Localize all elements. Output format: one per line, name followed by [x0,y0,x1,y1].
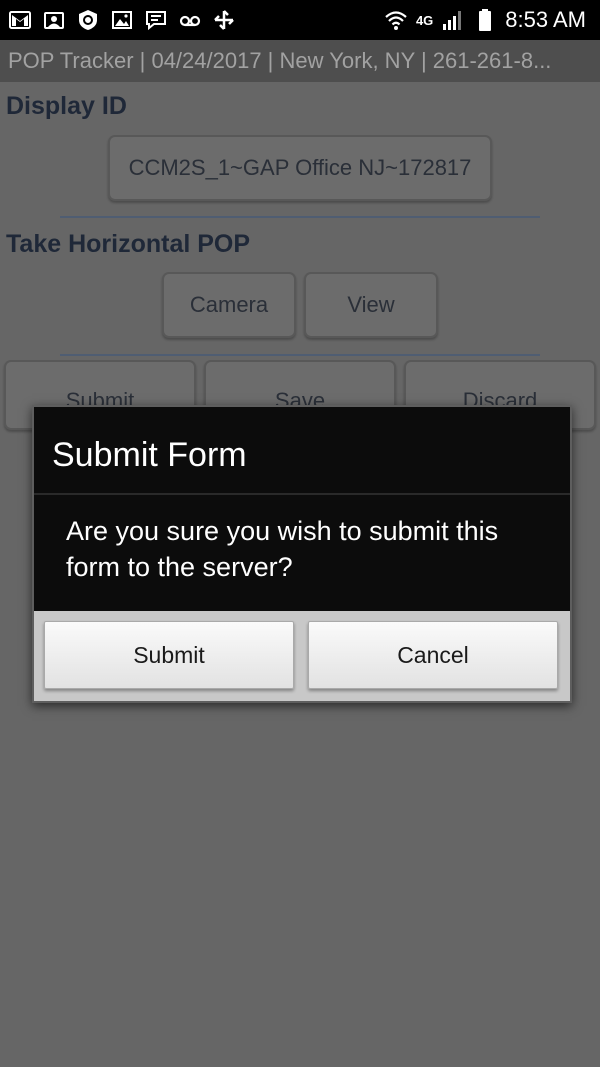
display-id-selector[interactable]: CCM2S_1~GAP Office NJ~172817 [108,135,492,201]
gmail-icon [8,8,32,32]
wifi-icon [384,8,408,32]
divider [60,354,540,356]
mail-icon [42,8,66,32]
camera-button[interactable]: Camera [162,272,296,338]
voicemail-icon [178,8,202,32]
dialog-cancel-button[interactable]: Cancel [308,621,558,689]
status-clock: 8:53 AM [505,7,586,32]
dialog-button-bar: Submit Cancel [34,611,570,701]
sync-icon [212,8,236,32]
view-button[interactable]: View [304,272,438,338]
notification-icons [8,0,236,40]
dialog-submit-button[interactable]: Submit [44,621,294,689]
horizontal-pop-label: Take Horizontal POP [6,230,251,258]
app-title-bar: POP Tracker | 04/24/2017 | New York, NY … [0,40,600,82]
system-icons: 4G 8:53 AM [384,0,586,40]
dialog-title: Submit Form [34,407,570,493]
alert-icon [76,8,100,32]
divider [60,216,540,218]
signal-icon [441,8,465,32]
network-type: 4G [415,12,434,28]
message-icon [144,8,168,32]
status-bar: 4G 8:53 AM [0,0,600,40]
dialog-message: Are you sure you wish to submit this for… [34,495,570,611]
submit-form-dialog: Submit Form Are you sure you wish to sub… [32,405,572,703]
display-id-label: Display ID [6,92,127,120]
battery-icon [473,8,497,32]
image-icon [110,8,134,32]
